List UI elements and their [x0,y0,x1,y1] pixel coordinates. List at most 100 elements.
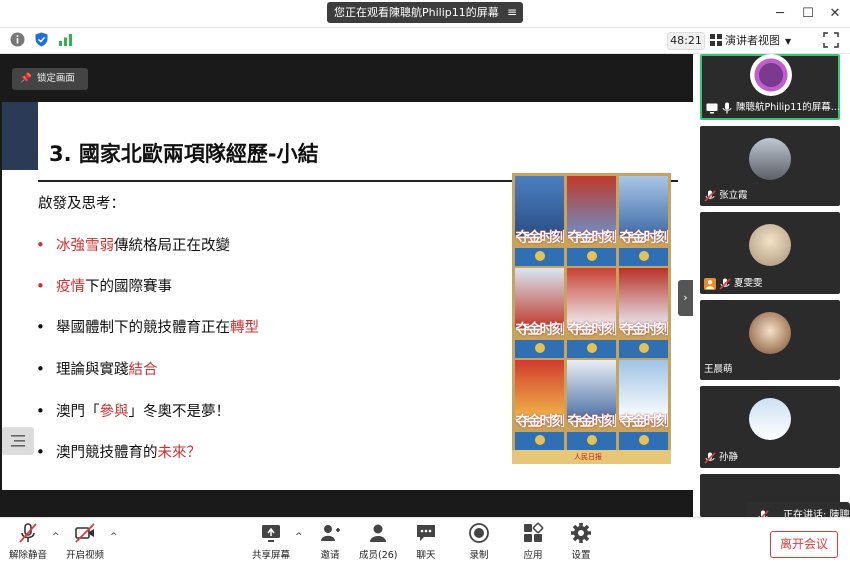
poster-tile: 夺金时刻 [567,176,616,266]
bullet-item: • 澳門競技體育的未來？ [36,441,201,462]
chat-label: 聊天 [416,550,436,561]
settings-label: 设置 [571,550,591,561]
poster-tile: 夺金时刻 [515,360,564,450]
share-screen-button[interactable]: 共享屏幕 [252,522,290,561]
participant-name: 夏雯雯 [704,277,763,291]
slide-accent-bar [2,102,38,170]
chat-icon [417,525,435,541]
collapse-panel-button[interactable]: › [678,280,693,316]
participant-card[interactable]: 王晨萌 [700,300,840,380]
members-button[interactable]: 成员(26) [359,522,398,561]
participant-card[interactable]: 夏雯雯 [700,212,840,294]
bullet-item: • 舉國體制下的競技體育正在轉型 [36,316,259,337]
poster-tile: 夺金时刻 [567,268,616,358]
poster-tile: 夺金时刻 [619,176,668,266]
security-shield-icon[interactable] [34,32,49,47]
unmute-label: 解除静音 [9,550,48,561]
participant-card[interactable]: 孙静 [700,386,840,468]
start-video-button[interactable]: 开启视频 [66,522,104,561]
close-icon[interactable]: ✕ [825,4,845,24]
participant-panel: 陳聰航Philip11的屏幕... 张立霞 夏雯雯 王晨萌 孙静 [700,54,850,517]
participant-name: 张立霞 [704,189,748,203]
share-options-chevron-icon[interactable]: ^ [295,532,303,542]
settings-button[interactable]: 设置 [570,522,592,561]
poster-tile: 夺金时刻 [515,268,564,358]
invite-label: 邀请 [320,550,340,561]
screen-share-banner[interactable]: 您正在观看陳聰航Philip11的屏幕 ≡ [327,2,523,23]
meeting-timer: 48:21 [667,32,705,50]
bullet-text: 下的國際賽事 [85,279,172,295]
bullet-item: • 冰強雪弱傳統格局正在改變 [36,234,230,255]
video-options-chevron-icon[interactable]: ^ [110,532,118,542]
lock-view-label: 锁定画面 [36,73,75,84]
bullet-text: 傳統格局正在改變 [114,238,230,254]
minimize-icon[interactable]: ─ [770,4,790,24]
table-of-contents-button[interactable] [2,427,34,455]
bullet-item: • 疫情下的國際賽事 [36,275,172,296]
camera-off-icon [75,523,95,543]
chevron-right-icon: › [683,291,688,304]
poster-tile: 夺金时刻 [619,360,668,450]
signal-strength-icon[interactable] [58,32,73,47]
microphone-muted-icon [19,523,37,543]
participant-card-presenter[interactable]: 陳聰航Philip11的屏幕... [700,54,840,120]
invite-button[interactable]: 邀请 [319,522,341,561]
fullscreen-icon[interactable] [823,32,839,48]
record-icon [469,523,489,543]
avatar [749,138,791,180]
avatar [749,312,791,354]
pin-icon: 📌 [20,73,32,84]
record-button[interactable]: 录制 [468,522,490,561]
meeting-window: 您正在观看陳聰航Philip11的屏幕 ≡ ─ ☐ ✕ 48:21 演讲者视图 ▼… [0,0,850,567]
bullet-highlight: 轉型 [230,320,259,336]
bullet-text: 」冬奧不是夢！ [128,404,231,420]
bullet-text: 澳門「 [56,404,100,420]
members-label: 成员(26) [359,550,398,561]
share-screen-icon [262,525,280,542]
chevron-down-icon: ▼ [785,37,792,46]
banner-menu-icon[interactable]: ≡ [507,2,517,23]
person-icon [704,277,716,290]
meeting-toolbar: 解除静音 ^ 开启视频 ^ 共享屏幕 ^ 邀请 成员(26) 聊天 录制 应用 … [0,517,850,567]
leave-meeting-button[interactable]: 离开会议 [770,531,838,558]
lock-view-button[interactable]: 📌 锁定画面 [12,68,88,90]
bullet-dot: • [36,402,45,420]
title-bar: 您正在观看陳聰航Philip11的屏幕 ≡ ─ ☐ ✕ [0,0,850,28]
avatar [749,224,791,266]
participant-card[interactable]: 张立霞 [700,126,840,206]
share-banner-text: 您正在观看陳聰航Philip11的屏幕 [334,6,499,19]
gear-icon [571,523,591,543]
bullet-text: 舉國體制下的競技體育正在 [56,320,230,336]
bullet-highlight: 未來？ [157,445,202,461]
info-icon[interactable] [10,32,25,47]
poster-tile: 夺金时刻 [515,176,564,266]
bullet-dot: • [36,318,45,336]
chat-button[interactable]: 聊天 [415,522,437,561]
bullet-dot: • [36,443,45,461]
avatar [750,54,792,96]
apps-button[interactable]: 应用 [522,522,544,561]
bullet-text: 澳門競技體育的 [56,445,158,461]
poster-tile: 夺金时刻 [567,360,616,450]
list-icon [11,435,25,447]
grid-view-icon [710,34,722,46]
screen-share-icon [706,103,718,113]
slide-subtitle: 啟發及思考： [38,196,125,212]
slide-title: 3. 國家北歐兩項隊經歷-小結 [49,142,319,166]
poster-footer: 人民日报 [512,450,671,464]
view-mode-button[interactable]: 演讲者视图 ▼ [710,32,791,50]
meeting-info-bar: 48:21 演讲者视图 ▼ [0,28,850,54]
bullet-item: • 理論與實踐結合 [36,358,158,379]
bullet-dot: • [36,277,45,295]
audio-options-chevron-icon[interactable]: ^ [52,532,60,542]
avatar [749,398,791,440]
maximize-icon[interactable]: ☐ [798,4,818,24]
bullet-highlight: 疫情 [56,279,85,295]
microphone-muted-icon [704,451,716,464]
add-user-icon [321,525,340,541]
microphone-icon [722,102,732,113]
unmute-button[interactable]: 解除静音 [9,522,47,561]
poster-footer-text: 人民日报 [574,453,602,461]
participant-name: 陳聰航Philip11的屏幕... [706,101,840,115]
share-screen-label: 共享屏幕 [252,550,291,561]
